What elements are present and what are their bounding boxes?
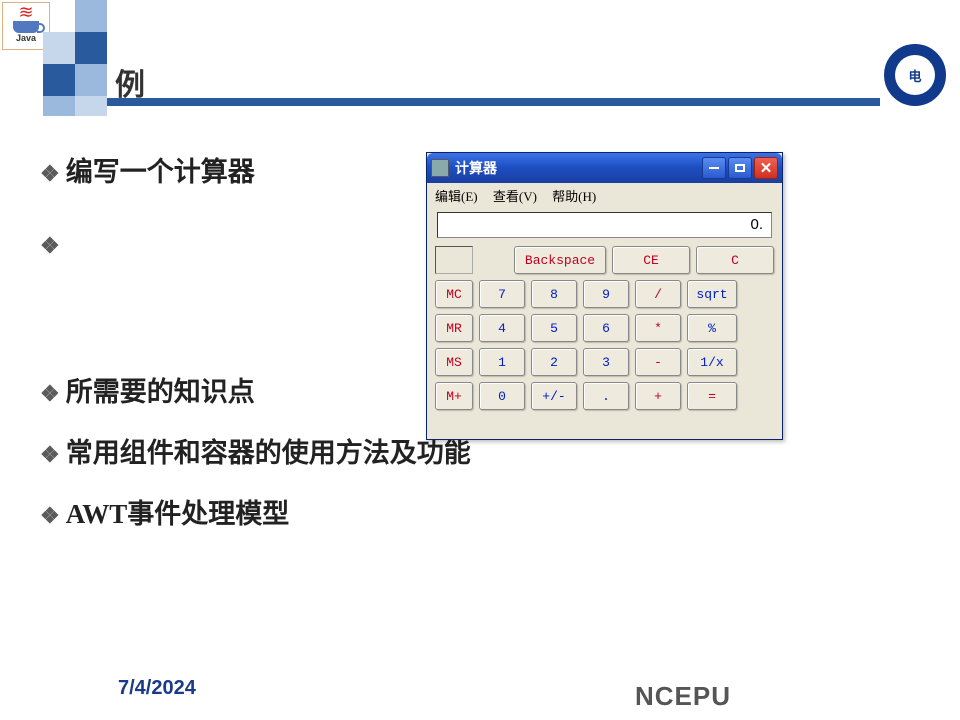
negate-button[interactable]: +/-: [531, 382, 577, 410]
reciprocal-button[interactable]: 1/x: [687, 348, 737, 376]
decimal-button[interactable]: .: [583, 382, 629, 410]
decor-square: [43, 64, 75, 96]
calc-titlebar[interactable]: 计算器 ✕: [427, 153, 782, 183]
slide-title: 例: [115, 60, 145, 104]
calc-app-icon: [431, 159, 449, 177]
maximize-button[interactable]: [728, 157, 752, 179]
minimize-icon: [709, 167, 719, 169]
c-button[interactable]: C: [696, 246, 774, 274]
calc-menubar: 编辑(E) 查看(V) 帮助(H): [427, 183, 782, 208]
decor-square: [43, 32, 75, 64]
maximize-icon: [735, 164, 745, 172]
calc-display: 0.: [437, 212, 772, 238]
digit-4-button[interactable]: 4: [479, 314, 525, 342]
menu-help[interactable]: 帮助(H): [552, 189, 596, 204]
digit-9-button[interactable]: 9: [583, 280, 629, 308]
menu-edit[interactable]: 编辑(E): [435, 189, 478, 204]
ce-button[interactable]: CE: [612, 246, 690, 274]
close-button[interactable]: ✕: [754, 157, 778, 179]
mr-button[interactable]: MR: [435, 314, 473, 342]
digit-2-button[interactable]: 2: [531, 348, 577, 376]
calculator-window: 计算器 ✕ 编辑(E) 查看(V) 帮助(H) 0. Backspace CE …: [426, 152, 783, 440]
crest-icon: 电: [895, 55, 935, 95]
sqrt-button[interactable]: sqrt: [687, 280, 737, 308]
divide-button[interactable]: /: [635, 280, 681, 308]
mc-button[interactable]: MC: [435, 280, 473, 308]
percent-button[interactable]: %: [687, 314, 737, 342]
footer-org: NCEPU: [635, 681, 731, 712]
digit-5-button[interactable]: 5: [531, 314, 577, 342]
menu-view[interactable]: 查看(V): [493, 189, 537, 204]
equals-button[interactable]: =: [687, 382, 737, 410]
calc-window-title: 计算器: [455, 158, 497, 178]
calc-keypad: MC 7 8 9 / sqrt MR 4 5 6 * % MS 1 2 3 - …: [427, 276, 782, 414]
java-steam-icon: ≋: [3, 5, 49, 19]
plus-button[interactable]: +: [635, 382, 681, 410]
minus-button[interactable]: -: [635, 348, 681, 376]
decor-square: [43, 96, 75, 116]
decor-square: [75, 64, 107, 96]
minimize-button[interactable]: [702, 157, 726, 179]
ms-button[interactable]: MS: [435, 348, 473, 376]
close-icon: ✕: [760, 159, 773, 177]
memory-indicator: [435, 246, 473, 274]
decor-square: [75, 0, 107, 32]
digit-0-button[interactable]: 0: [479, 382, 525, 410]
calc-clear-row: Backspace CE C: [427, 244, 782, 276]
decor-square: [75, 32, 107, 64]
mplus-button[interactable]: M+: [435, 382, 473, 410]
digit-6-button[interactable]: 6: [583, 314, 629, 342]
bullet-item: AWT事件处理模型: [40, 492, 920, 531]
university-crest: 电: [884, 44, 946, 106]
digit-3-button[interactable]: 3: [583, 348, 629, 376]
title-underline: [107, 58, 880, 106]
decor-square: [75, 96, 107, 116]
digit-7-button[interactable]: 7: [479, 280, 525, 308]
digit-8-button[interactable]: 8: [531, 280, 577, 308]
footer-date: 7/4/2024: [118, 677, 196, 700]
digit-1-button[interactable]: 1: [479, 348, 525, 376]
multiply-button[interactable]: *: [635, 314, 681, 342]
java-cup-icon: [13, 21, 39, 33]
backspace-button[interactable]: Backspace: [514, 246, 606, 274]
